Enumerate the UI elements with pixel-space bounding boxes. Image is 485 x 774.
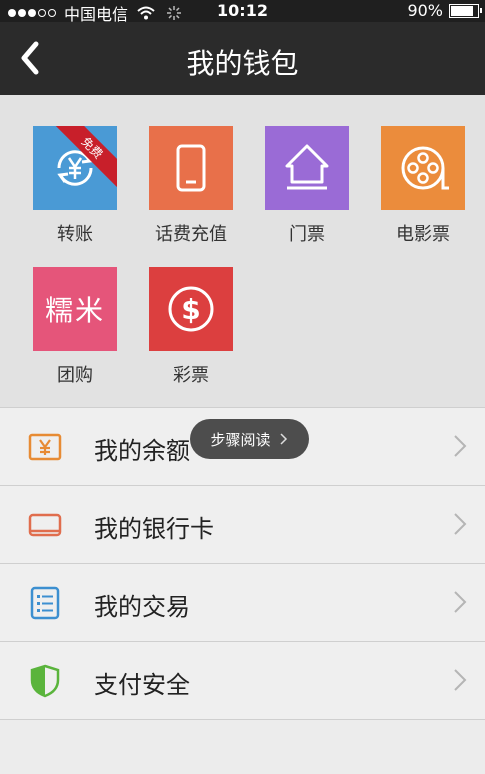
svg-text:$: $ — [181, 293, 200, 326]
chevron-right-icon — [454, 435, 467, 457]
tickets-tile — [265, 126, 349, 210]
laptop-icon — [28, 513, 62, 537]
grid-item-movie-tickets[interactable]: 电影票 — [368, 126, 478, 246]
grid-item-lottery[interactable]: $ 彩票 — [136, 267, 246, 387]
step-reading-label: 步骤阅读 — [210, 430, 271, 449]
chevron-right-icon — [454, 513, 467, 535]
status-bar: 中国电信 10:12 90% — [0, 0, 485, 24]
chevron-right-icon — [279, 433, 287, 445]
movie-tickets-tile — [381, 126, 465, 210]
status-right: 90% — [407, 1, 482, 20]
dollar-icon: $ — [168, 286, 214, 332]
step-reading-button[interactable]: 步骤阅读 — [190, 419, 309, 459]
service-grid: 免费 转账 话费充值 门票 电影票 糯米 团购 $ 彩票 — [0, 95, 485, 407]
chevron-right-icon — [454, 669, 467, 691]
grid-item-label: 转账 — [57, 224, 93, 245]
list-icon — [30, 586, 60, 620]
list-item-payment-security[interactable]: 支付安全 — [0, 642, 485, 720]
nav-bar: 我的钱包 — [0, 22, 485, 95]
grid-item-label: 话费充值 — [155, 224, 227, 245]
nuomi-logo: 糯米 — [44, 294, 105, 327]
battery-percent: 90% — [407, 1, 443, 20]
page-title: 我的钱包 — [186, 47, 299, 80]
lottery-tile: $ — [149, 267, 233, 351]
yuan-box-icon — [28, 433, 62, 461]
phone-recharge-tile — [149, 126, 233, 210]
house-icon — [285, 144, 329, 190]
list-item-transactions[interactable]: 我的交易 — [0, 564, 485, 642]
grid-item-transfer[interactable]: 免费 转账 — [20, 126, 130, 246]
list-item-label: 我的余额 — [94, 437, 190, 465]
phone-icon — [176, 144, 206, 192]
list-item-bank-card[interactable]: 我的银行卡 — [0, 486, 485, 564]
chevron-right-icon — [454, 591, 467, 613]
grid-item-tickets[interactable]: 门票 — [252, 126, 362, 246]
grid-item-label: 团购 — [57, 365, 93, 386]
grid-item-label: 电影票 — [396, 224, 450, 245]
list-item-label: 支付安全 — [94, 671, 190, 699]
grid-item-label: 门票 — [289, 224, 325, 245]
battery-icon — [449, 3, 482, 18]
transfer-tile: 免费 — [33, 126, 117, 210]
list-item-label: 我的交易 — [94, 593, 190, 621]
shield-icon — [30, 664, 60, 698]
group-buy-tile: 糯米 — [33, 267, 117, 351]
grid-item-group-buy[interactable]: 糯米 团购 — [20, 267, 130, 387]
grid-item-phone-recharge[interactable]: 话费充值 — [136, 126, 246, 246]
film-reel-icon — [401, 146, 449, 190]
list-item-label: 我的银行卡 — [94, 515, 214, 543]
grid-item-label: 彩票 — [173, 365, 209, 386]
